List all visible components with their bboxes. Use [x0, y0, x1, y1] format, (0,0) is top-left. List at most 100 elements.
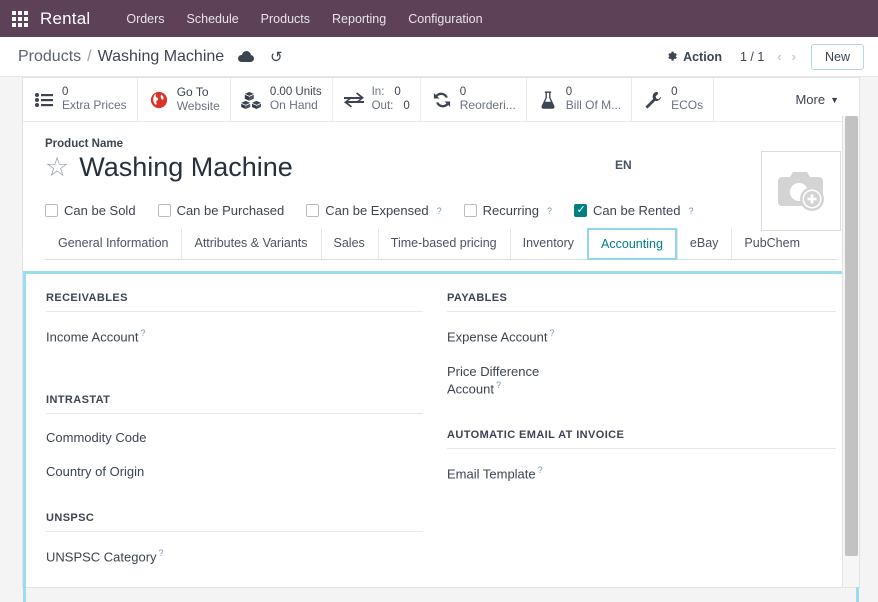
- field-email-template[interactable]: Email Template?: [447, 465, 836, 483]
- tab-inventory[interactable]: Inventory: [509, 228, 587, 259]
- field-country-of-origin[interactable]: Country of Origin: [46, 464, 423, 480]
- list-icon: [33, 90, 55, 110]
- field-expense-account[interactable]: Expense Account?: [447, 328, 836, 346]
- product-title-row: ☆ Washing Machine: [45, 152, 837, 183]
- gear-icon: [668, 51, 677, 61]
- smart-button-out-value: 0: [403, 99, 410, 112]
- help-icon[interactable]: ?: [141, 328, 146, 338]
- boxes-icon: [241, 90, 263, 110]
- help-icon[interactable]: ?: [688, 206, 693, 216]
- new-button[interactable]: New: [810, 43, 864, 70]
- scrollbar-thumb[interactable]: [845, 116, 858, 556]
- help-icon[interactable]: ?: [496, 380, 501, 390]
- tab-sales[interactable]: Sales: [320, 228, 378, 259]
- field-label: UNSPSC Category: [46, 549, 157, 565]
- smart-button-go-to-website[interactable]: Go To Website: [138, 78, 231, 121]
- checkbox-label: Can be Sold: [64, 203, 136, 218]
- smart-button-in-key: In:: [371, 85, 385, 98]
- chevron-left-icon[interactable]: ‹: [774, 47, 784, 66]
- section-unspsc: UNSPSC: [46, 512, 423, 533]
- help-icon[interactable]: ?: [159, 548, 164, 558]
- field-label: Email Template: [447, 466, 536, 482]
- checkbox-box[interactable]: [45, 204, 58, 217]
- camera-add-icon: [778, 172, 824, 211]
- breadcrumb-current: Washing Machine: [97, 47, 225, 65]
- help-icon[interactable]: ?: [538, 465, 543, 475]
- checkbox-can-be-expensed[interactable]: Can be Expensed ?: [306, 203, 442, 218]
- apps-grid-icon[interactable]: [12, 10, 28, 27]
- help-icon[interactable]: ?: [549, 328, 554, 338]
- checkbox-box[interactable]: [157, 204, 171, 217]
- chevron-right-icon[interactable]: ›: [789, 47, 799, 66]
- product-image-placeholder[interactable]: [761, 151, 841, 231]
- field-label: Country of Origin: [46, 463, 145, 479]
- smart-button-label-line2: Website: [176, 98, 220, 113]
- field-commodity-code[interactable]: Commodity Code: [46, 430, 423, 446]
- checkbox-label: Recurring: [482, 203, 539, 218]
- field-label: Commodity Code: [46, 429, 147, 445]
- checkbox-can-be-sold[interactable]: Can be Sold: [45, 203, 136, 218]
- field-unspsc-category[interactable]: UNSPSC Category?: [46, 548, 423, 566]
- checkbox-label: Can be Purchased: [176, 203, 285, 218]
- smart-button-label: ECOs: [671, 98, 704, 113]
- more-smart-buttons-dropdown[interactable]: More ▼: [775, 78, 859, 121]
- smart-button-label-line1: Go To: [176, 84, 209, 99]
- smart-button-ecos[interactable]: 0 ECOs: [632, 78, 715, 121]
- product-flags-row: Can be Sold Can be Purchased Can be Expe…: [45, 203, 837, 218]
- caret-down-icon: ▼: [830, 94, 839, 105]
- checkbox-box[interactable]: [574, 203, 587, 217]
- flask-icon: [537, 90, 559, 110]
- accounting-columns: RECEIVABLES Income Account? INTRASTAT Co…: [26, 274, 856, 602]
- section-automatic-email-at-invoice: AUTOMATIC EMAIL AT INVOICE: [447, 429, 836, 450]
- smart-button-extra-prices[interactable]: 0 Extra Prices: [23, 78, 138, 121]
- action-button[interactable]: Action: [657, 46, 730, 68]
- nav-item-orders[interactable]: Orders: [116, 6, 174, 32]
- nav-item-schedule[interactable]: Schedule: [177, 6, 249, 32]
- section-intrastat: INTRASTAT: [46, 394, 423, 414]
- smart-button-in-out[interactable]: In: 0 Out: 0: [333, 78, 421, 121]
- tab-pubchem[interactable]: PubChem: [731, 228, 813, 259]
- language-badge[interactable]: EN: [615, 158, 632, 172]
- smart-button-bar: 0 Extra Prices Go To Website 0.00 Units …: [23, 78, 859, 122]
- help-icon[interactable]: ?: [437, 206, 442, 216]
- accounting-left-column: RECEIVABLES Income Account? INTRASTAT Co…: [46, 292, 441, 584]
- section-payables: PAYABLES: [447, 292, 836, 312]
- tab-accounting[interactable]: Accounting: [587, 228, 677, 260]
- tab-time-based-pricing[interactable]: Time-based pricing: [377, 228, 510, 259]
- help-icon[interactable]: ?: [547, 206, 552, 216]
- tab-ebay[interactable]: eBay: [676, 228, 732, 259]
- field-income-account[interactable]: Income Account?: [46, 328, 423, 346]
- tab-attributes-variants[interactable]: Attributes & Variants: [181, 228, 320, 259]
- checkbox-box[interactable]: [306, 204, 320, 217]
- smart-button-on-hand[interactable]: 0.00 Units On Hand: [231, 78, 333, 121]
- nav-item-reporting[interactable]: Reporting: [322, 6, 396, 32]
- checkbox-can-be-rented[interactable]: Can be Rented ?: [574, 203, 693, 218]
- breadcrumb: Products / Washing Machine: [18, 48, 224, 66]
- smart-button-label: Reorderi...: [459, 98, 516, 113]
- nav-item-configuration[interactable]: Configuration: [398, 6, 492, 32]
- checkbox-recurring[interactable]: Recurring ?: [463, 203, 552, 218]
- smart-button-reordering[interactable]: 0 Reorderi...: [421, 78, 527, 121]
- breadcrumb-parent[interactable]: Products: [18, 48, 81, 66]
- form-body: Product Name ☆ Washing Machine EN Can be…: [23, 122, 859, 602]
- notebook-tabs: General Information Attributes & Variant…: [45, 228, 837, 260]
- form-sheet: 0 Extra Prices Go To Website 0.00 Units …: [22, 77, 860, 602]
- record-pager: 1 / 1: [739, 49, 765, 64]
- undo-discard-icon[interactable]: ↻: [270, 48, 283, 66]
- smart-button-bill-of-materials[interactable]: 0 Bill Of M...: [527, 78, 633, 121]
- cloud-save-icon[interactable]: [238, 51, 255, 62]
- star-outline-icon[interactable]: ☆: [45, 154, 69, 181]
- checkbox-label: Can be Rented: [593, 203, 681, 218]
- tab-general-information[interactable]: General Information: [45, 228, 181, 259]
- checkbox-can-be-purchased[interactable]: Can be Purchased: [157, 203, 285, 218]
- checkbox-box[interactable]: [463, 204, 477, 217]
- product-name-value[interactable]: Washing Machine: [79, 152, 293, 183]
- field-price-difference-account[interactable]: Price Difference Account?: [447, 364, 542, 398]
- control-panel: Products / Washing Machine ↻ Action 1 / …: [0, 37, 878, 77]
- app-brand[interactable]: Rental: [40, 9, 90, 29]
- more-button-label: More: [795, 92, 826, 107]
- smart-button-out-key: Out:: [371, 99, 394, 112]
- nav-item-products[interactable]: Products: [251, 6, 320, 32]
- vertical-scrollbar[interactable]: [842, 116, 859, 587]
- product-name-label: Product Name: [45, 138, 123, 150]
